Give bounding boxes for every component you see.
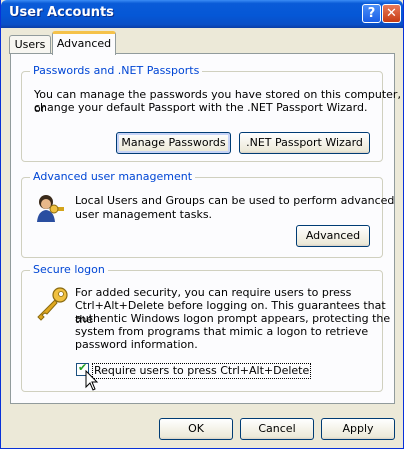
require-ctrl-alt-delete-label[interactable]: Require users to press Ctrl+Alt+Delete bbox=[92, 363, 312, 379]
window-title: User Accounts bbox=[9, 5, 114, 20]
mouse-cursor-icon bbox=[85, 370, 99, 391]
advanced-description-line2: user management tasks. bbox=[75, 208, 213, 221]
passwords-description-line2: change your default Passport with the .N… bbox=[34, 101, 368, 114]
users-and-keys-icon bbox=[37, 195, 64, 222]
advanced-description-line1: Local Users and Groups can be used to pe… bbox=[75, 194, 395, 207]
advanced-button[interactable]: Advanced bbox=[296, 225, 370, 247]
user-accounts-window: User Accounts ? ✕ Users Advanced Passwor… bbox=[0, 0, 404, 449]
key-icon bbox=[37, 287, 68, 321]
secure-logon-line1: For added security, you can require user… bbox=[75, 286, 352, 299]
help-button[interactable]: ? bbox=[362, 4, 381, 23]
close-button[interactable]: ✕ bbox=[382, 4, 401, 23]
secure-logon-line4: system from programs that mimic a logon … bbox=[75, 325, 369, 338]
tab-advanced[interactable]: Advanced bbox=[52, 31, 116, 55]
apply-button[interactable]: Apply bbox=[321, 418, 395, 440]
secure-logon-line5: password information. bbox=[75, 338, 198, 351]
passwords-group-legend: Passwords and .NET Passports bbox=[30, 64, 203, 77]
title-bar[interactable]: User Accounts ? ✕ bbox=[1, 0, 403, 28]
tab-users[interactable]: Users bbox=[9, 35, 51, 54]
ok-button[interactable]: OK bbox=[159, 418, 233, 440]
secure-logon-line3: authentic Windows logon prompt appears, … bbox=[75, 312, 391, 325]
advanced-group-legend: Advanced user management bbox=[30, 170, 196, 183]
passport-wizard-button[interactable]: .NET Passport Wizard bbox=[239, 132, 370, 154]
cancel-button[interactable]: Cancel bbox=[240, 418, 314, 440]
secure-logon-group-legend: Secure logon bbox=[30, 263, 108, 276]
manage-passwords-button[interactable]: Manage Passwords bbox=[116, 132, 231, 154]
